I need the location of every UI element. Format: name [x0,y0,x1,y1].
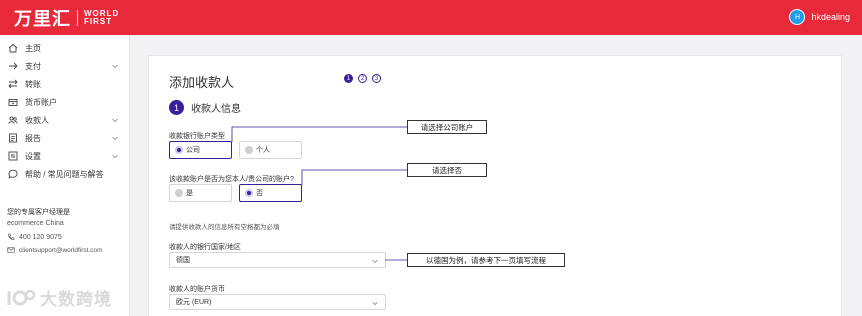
radio-dot [245,146,253,154]
sidebar-item-label: 货币账户 [25,97,57,107]
radio-dot [175,146,183,154]
chevron-down-icon [372,259,378,264]
watermark: 大数跨境 [6,285,112,310]
logo-english-line2: FIRST [84,16,113,26]
radio-label: 否 [256,190,263,197]
account-type-label: 收款银行账户类型 [169,133,225,140]
sidebar-item-payees[interactable]: 收款人 [0,111,129,129]
chevron-down-icon [112,64,118,69]
sidebar-item-settings[interactable]: 设置 [0,147,129,165]
country-label: 收款人的银行国家/地区 [169,244,241,251]
transfer-icon [7,78,19,90]
watermark-text: 大数跨境 [40,290,112,309]
sidebar-item-label: 报告 [25,133,41,143]
account-type-personal-radio[interactable]: 个人 [239,141,302,159]
logo-chinese: 万里汇 [14,8,71,29]
sidebar-item-home[interactable]: 主页 [0,39,129,57]
home-icon [7,42,19,54]
radio-dot [175,189,183,197]
radio-label: 个人 [256,147,270,154]
own-account-yes-radio[interactable]: 是 [169,184,232,202]
add-payee-card: 添加收款人 1 2 3 1 收款人信息 收款银行账户类型 公司 个人 该收款账户… [148,55,842,316]
section-title: 收款人信息 [191,104,241,115]
step-indicator: 1 2 3 [344,74,386,83]
callout-country: 以德国为例，请参考下一页填写流程 [407,253,565,267]
callout-account-type: 请选择公司账户 [407,120,487,134]
chevron-down-icon [112,136,118,141]
email-address: clientsupport@worldfirst.com [19,246,103,254]
sidebar-item-currency-accounts[interactable]: 货币账户 [0,93,129,111]
relationship-manager-email[interactable]: clientsupport@worldfirst.com [7,246,103,254]
sidebar-item-reports[interactable]: 报告 [0,129,129,147]
help-chat-icon [7,168,19,180]
sidebar: 主页 支付 转账 货币账户 收款人 报告 设置 帮助 / 常见问题与解答 您的专… [0,35,130,316]
sidebar-item-label: 主页 [25,43,41,53]
arrow-right-icon [7,60,19,72]
account-type-company-radio[interactable]: 公司 [169,141,232,159]
page-title: 添加收款人 [169,75,235,90]
required-hint: 请提供收款人的信息所有空格都为必填 [169,224,280,231]
sidebar-item-label: 转账 [25,79,41,89]
callout-own-account: 请选择否 [407,163,487,177]
section-number: 1 [169,100,184,115]
sidebar-item-payments[interactable]: 支付 [0,57,129,75]
chevron-down-icon [112,118,118,123]
country-select[interactable]: 德国 [169,252,386,268]
sidebar-item-label: 设置 [25,151,41,161]
relationship-manager-title: 您的专属客户经理是 [7,209,70,216]
step-2: 2 [358,74,367,83]
radio-label: 公司 [186,147,200,154]
wallet-icon [7,96,19,108]
currency-select[interactable]: 欧元 (EUR) [169,294,386,310]
worldfirst-logo[interactable]: 万里汇 WORLD FIRST [14,5,119,31]
sidebar-item-label: 帮助 / 常见问题与解答 [25,169,104,179]
report-icon [7,132,19,144]
users-icon [7,114,19,126]
sidebar-item-label: 收款人 [25,115,49,125]
section-header: 1 收款人信息 [169,100,241,115]
chevron-down-icon [112,154,118,159]
relationship-manager-phone[interactable]: 400 120 9075 [7,233,62,241]
own-account-label: 该收款账户是否为您本人/贵公司的账户? [169,176,294,183]
sidebar-item-transfer[interactable]: 转账 [0,75,129,93]
currency-value: 欧元 (EUR) [176,299,212,306]
chevron-down-icon [372,301,378,306]
sidebar-item-help[interactable]: 帮助 / 常见问题与解答 [0,165,129,183]
phone-icon [8,233,15,240]
radio-label: 是 [186,190,193,197]
phone-number: 400 120 9075 [19,233,62,241]
watermark-logo-icon [7,289,36,305]
currency-label: 收款人的账户货币 [169,286,225,293]
step-3: 3 [372,74,381,83]
logo-english: WORLD FIRST [84,9,119,26]
user-menu[interactable]: H hkdealing [789,9,850,25]
logo-divider [77,9,78,26]
country-value: 德国 [176,257,190,264]
own-account-no-radio[interactable]: 否 [239,184,302,202]
settings-icon [7,150,19,162]
sidebar-item-label: 支付 [25,61,41,71]
mail-icon [7,247,15,253]
username[interactable]: hkdealing [811,12,850,22]
step-1: 1 [344,74,353,83]
relationship-manager-region: ecommerce China [7,220,64,227]
avatar[interactable]: H [789,9,806,25]
top-bar: 万里汇 WORLD FIRST H hkdealing [0,0,862,35]
radio-dot [245,189,253,197]
